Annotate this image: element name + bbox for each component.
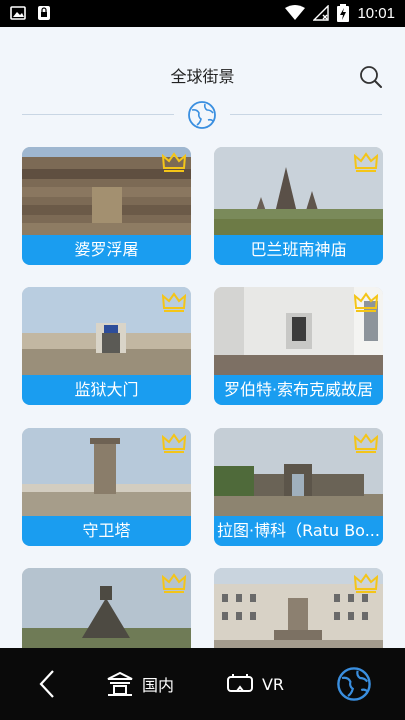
crown-icon — [162, 433, 186, 453]
divider-right — [230, 114, 382, 115]
crown-icon — [162, 152, 186, 172]
crown-icon — [354, 292, 378, 312]
card-borobudur[interactable]: 婆罗浮屠 — [22, 147, 191, 265]
vr-headset-icon — [226, 674, 253, 692]
card-prambanan[interactable]: 巴兰班南神庙 — [214, 147, 383, 265]
nav-global[interactable] — [332, 648, 376, 720]
card-label: 拉图·博科（Ratu Bo... — [214, 516, 383, 546]
lock-notification-icon — [38, 6, 50, 20]
page-title: 全球街景 — [170, 67, 235, 86]
signal-icon — [313, 5, 330, 21]
card-label: 罗伯特·索布克威故居 — [214, 375, 383, 405]
card-temple-partial[interactable] — [22, 568, 191, 648]
card-label: 守卫塔 — [22, 516, 191, 546]
crown-icon — [354, 433, 378, 453]
status-bar: 10:01 — [0, 0, 405, 27]
nav-domestic[interactable]: 国内 — [100, 648, 180, 720]
card-prison-gate[interactable]: 监狱大门 — [22, 287, 191, 405]
globe-icon — [188, 101, 216, 129]
nav-vr[interactable]: VR — [220, 648, 290, 720]
card-guard-tower[interactable]: 守卫塔 — [22, 428, 191, 546]
wifi-icon — [285, 5, 306, 20]
bottom-nav: 国内 VR — [0, 648, 405, 720]
crown-icon — [162, 292, 186, 312]
back-button[interactable] — [22, 648, 72, 720]
card-sobukwe-house[interactable]: 罗伯特·索布克威故居 — [214, 287, 383, 405]
card-courtyard-partial[interactable] — [214, 568, 383, 648]
globe-icon — [337, 667, 371, 701]
card-label: 监狱大门 — [22, 375, 191, 405]
nav-vr-label: VR — [261, 674, 285, 694]
crown-icon — [354, 573, 378, 593]
card-ratu-boko[interactable]: 拉图·博科（Ratu Bo... — [214, 428, 383, 546]
crown-icon — [354, 152, 378, 172]
image-notification-icon — [10, 6, 26, 20]
temple-icon — [107, 671, 133, 696]
battery-charging-icon — [337, 4, 350, 22]
nav-domestic-label: 国内 — [141, 676, 174, 695]
card-label: 巴兰班南神庙 — [214, 235, 383, 265]
scenic-grid: 婆罗浮屠 巴兰班南神庙 监狱大门 罗伯特·索布克威故居 守卫塔 拉图·博科（Ra… — [0, 127, 405, 648]
search-icon[interactable] — [359, 65, 383, 89]
header: 全球街景 — [0, 27, 405, 129]
divider-left — [22, 114, 174, 115]
crown-icon — [162, 573, 186, 593]
back-arrow-icon — [39, 670, 54, 698]
card-label: 婆罗浮屠 — [22, 235, 191, 265]
clock: 10:01 — [357, 4, 395, 22]
